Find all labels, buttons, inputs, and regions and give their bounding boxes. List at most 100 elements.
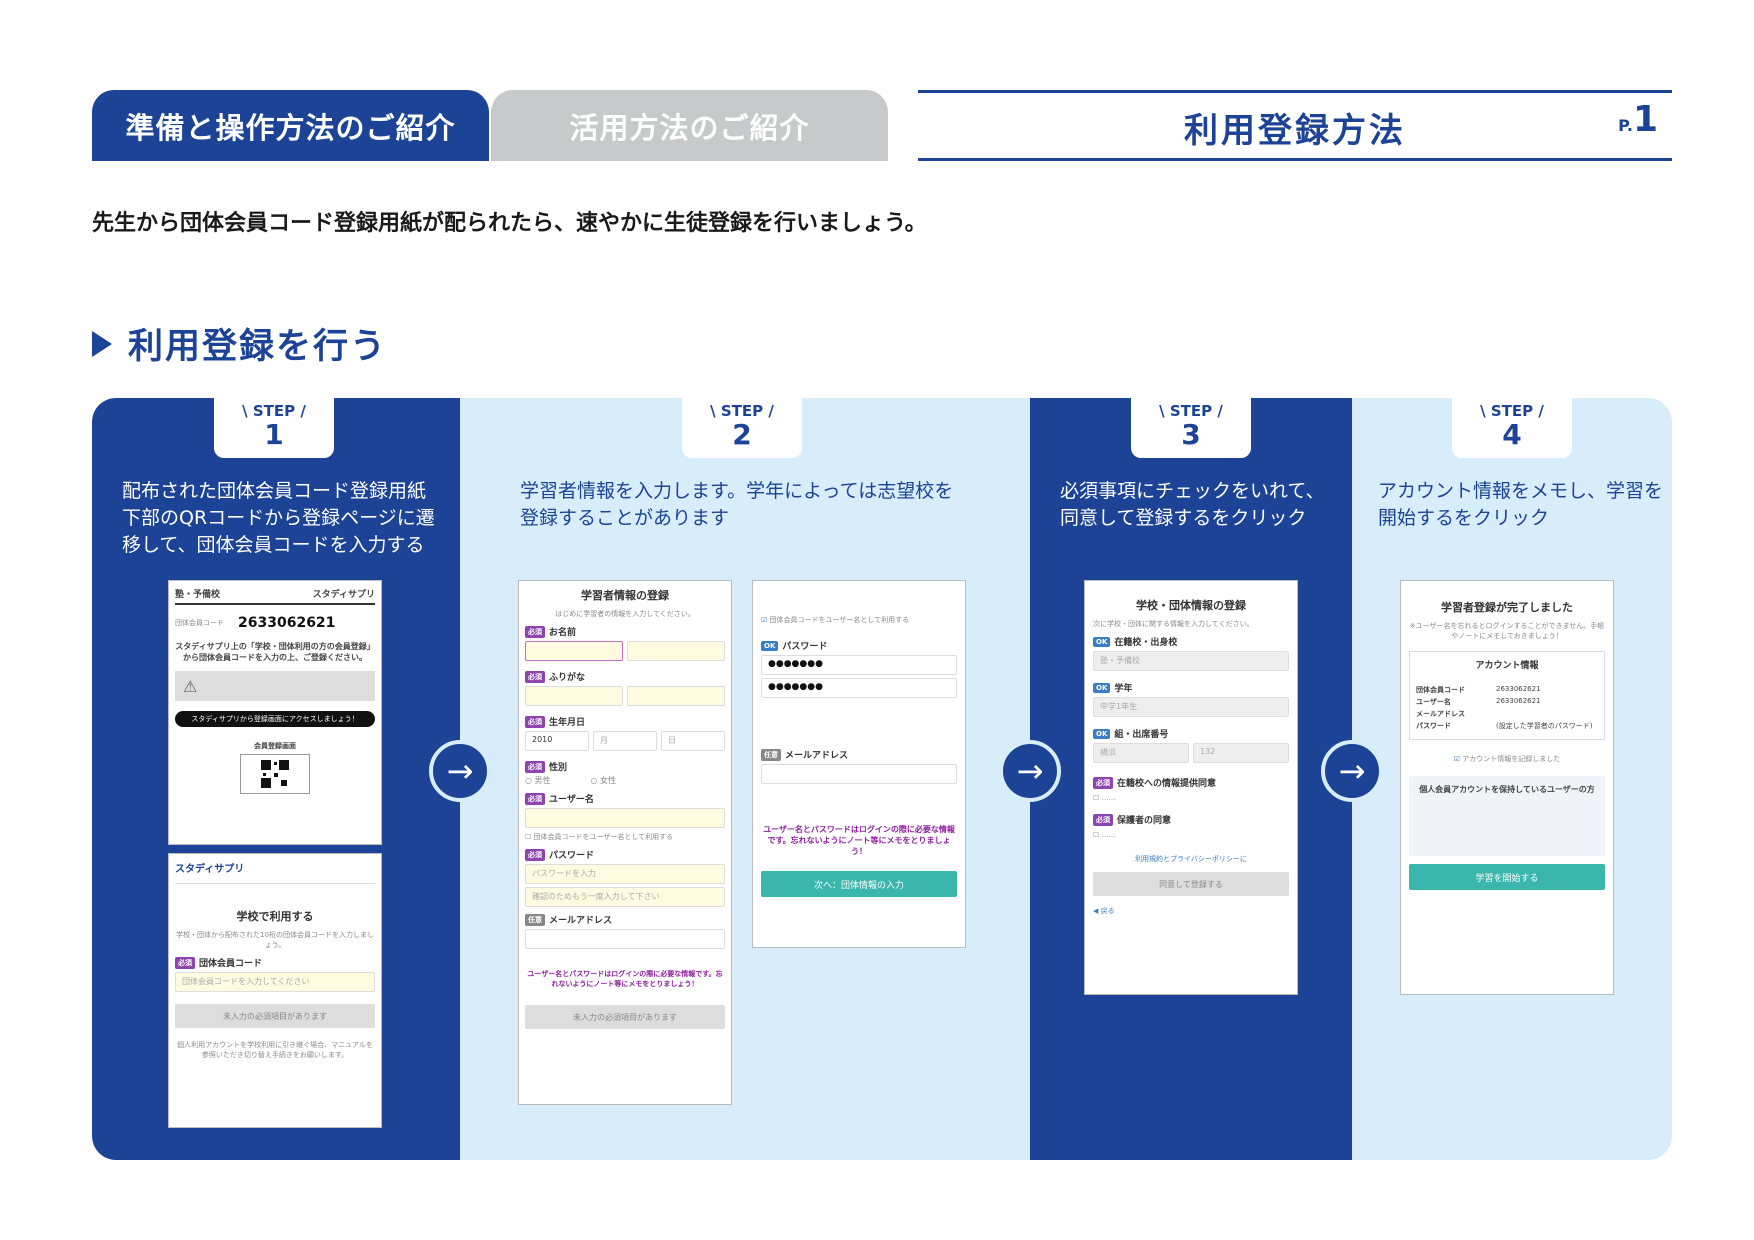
- agree-register-button[interactable]: 同意して登録する: [1093, 872, 1289, 896]
- member-code: 2633062621: [238, 615, 336, 631]
- kana-last-input[interactable]: [525, 686, 623, 706]
- school-label: 在籍校・出身校: [1114, 638, 1178, 648]
- qr-code[interactable]: [240, 754, 310, 794]
- password-confirm-filled[interactable]: ●●●●●●●: [761, 678, 957, 698]
- field-label: 団体会員コード: [199, 959, 263, 969]
- tab-usage[interactable]: 活用方法のご紹介: [491, 90, 888, 161]
- birth-day-select[interactable]: 日: [661, 731, 725, 751]
- step2-panel: \ STEP /2 学習者情報を入力します。学年によっては志望校を 登録することが…: [460, 398, 1030, 1160]
- learner-info-shot: 学習者情報の登録 はじめに学習者の情報を入力してください。 必須 お名前 必須 ふり…: [518, 580, 732, 1105]
- warning-icon: ⚠: [183, 676, 198, 696]
- step2-badge: \ STEP /2: [682, 398, 802, 458]
- grade-select[interactable]: 中学1年生: [1093, 697, 1289, 717]
- step2-desc: 学習者情報を入力します。学年によっては志望校を 登録することがあります: [520, 478, 953, 532]
- memo-warning: ユーザー名とパスワードはログインの際に必要な情報です。忘れないようにノート等にメ…: [527, 970, 723, 988]
- desc-line: 開始するをクリック: [1378, 507, 1550, 529]
- qr-label: 会員登録画面: [254, 742, 296, 750]
- shot-lead: はじめに学習者の情報を入力してください。: [555, 610, 695, 618]
- school-use-shot: スタディサプリ 学校で利用する 学校・団体から配布された10桁の団体会員コードを…: [168, 853, 382, 1128]
- page-number-value: 1: [1632, 99, 1658, 140]
- step1-badge: \ STEP /1: [214, 398, 334, 458]
- account-key: ユーザー名: [1416, 698, 1451, 706]
- member-code-input[interactable]: 団体会員コードを入力してください: [175, 972, 375, 992]
- kana-first-input[interactable]: [627, 686, 725, 706]
- optional-badge: 任意: [761, 748, 781, 761]
- personal-account-box: 個人会員アカウントを保持しているユーザーの方: [1409, 776, 1605, 856]
- consent-parent-label: 保護者の同意: [1117, 816, 1172, 826]
- desc-line: 同意して登録するをクリック: [1060, 507, 1307, 529]
- first-name-input[interactable]: [627, 641, 725, 661]
- use-code-checkbox[interactable]: ☐ 団体会員コードをユーザー名として利用する: [525, 832, 725, 842]
- desc-line: アカウント情報をメモし、学習を: [1378, 480, 1664, 502]
- shot-title: 学習者登録が完了しました: [1441, 601, 1573, 614]
- gender-male-radio[interactable]: ○ 男性: [525, 775, 551, 786]
- username-input[interactable]: [525, 808, 725, 828]
- use-code-checkbox-checked[interactable]: ☑ 団体会員コードをユーザー名として利用する: [761, 615, 957, 625]
- consent-school-checkbox[interactable]: ☐ ……: [1093, 793, 1289, 803]
- terms-link[interactable]: 利用規約とプライバシーポリシーに: [1093, 854, 1289, 864]
- next-button-disabled[interactable]: 未入力の必須項目があります: [525, 1005, 725, 1029]
- step-number: 3: [1181, 418, 1201, 451]
- shot-lead: 次に学校・団体に関する情報を入力してください。: [1093, 620, 1254, 628]
- desc-line: 配布された団体会員コード登録用紙: [122, 480, 427, 502]
- page-header: 利用登録方法 P.1: [918, 90, 1672, 161]
- account-row: メールアドレス: [1416, 709, 1598, 719]
- required-badge: 必須: [175, 956, 195, 969]
- class-input[interactable]: 横浜: [1093, 743, 1189, 763]
- school-name: 塾・予備校: [175, 590, 221, 600]
- next-group-info-button[interactable]: 次へ：団体情報の入力: [761, 871, 957, 897]
- account-row: ユーザー名 2633062621: [1416, 697, 1598, 707]
- birth-year-select[interactable]: 2010: [525, 731, 589, 751]
- account-key: 団体会員コード: [1416, 686, 1465, 694]
- required-badge: 必須: [1093, 776, 1113, 789]
- last-name-input[interactable]: [525, 641, 623, 661]
- password-label: パスワード: [782, 642, 828, 652]
- gender-label: 性別: [549, 763, 568, 773]
- password-input[interactable]: パスワードを入力: [525, 864, 725, 884]
- submit-button-disabled[interactable]: 未入力の必須項目があります: [175, 1004, 375, 1028]
- arrow-right-icon: →: [999, 740, 1061, 802]
- tab-preparation[interactable]: 準備と操作方法のご紹介: [92, 90, 489, 161]
- ok-badge: OK: [1093, 636, 1111, 647]
- step4-desc: アカウント情報をメモし、学習を 開始するをクリック: [1378, 478, 1663, 532]
- password-confirm-input[interactable]: 確認のためもう一度入力して下さい: [525, 887, 725, 907]
- grade-label: 学年: [1114, 684, 1133, 694]
- number-input[interactable]: 132: [1193, 743, 1289, 763]
- back-link[interactable]: ◀ 戻る: [1093, 906, 1289, 916]
- school-input[interactable]: 塾・予備校: [1093, 651, 1289, 671]
- password-label: パスワード: [549, 851, 595, 861]
- step1-desc: 配布された団体会員コード登録用紙 下部のQRコードから登録ページに遷 移して、団体会…: [122, 478, 435, 559]
- arrow-right-icon: →: [1321, 740, 1383, 802]
- password-input-filled[interactable]: ●●●●●●●: [761, 655, 957, 675]
- section-title: 利用登録を行う: [92, 318, 387, 369]
- email-input[interactable]: [761, 764, 957, 784]
- consent-parent-checkbox[interactable]: ☐ ……: [1093, 830, 1289, 840]
- gender-female-radio[interactable]: ○ 女性: [591, 775, 617, 786]
- completion-shot: 学習者登録が完了しました ※ユーザー名を忘れるとログインすることができません。手…: [1400, 580, 1614, 995]
- page-prefix: P.: [1618, 116, 1633, 135]
- step4-badge: \ STEP /4: [1452, 398, 1572, 458]
- email-input[interactable]: [525, 929, 725, 949]
- record-checkbox[interactable]: ☑ アカウント情報を記録しました: [1409, 754, 1605, 764]
- start-learning-button[interactable]: 学習を開始する: [1409, 864, 1605, 890]
- brand-name: スタディサプリ: [312, 590, 375, 600]
- section-title-text: 利用登録を行う: [128, 327, 388, 367]
- account-value: 2633062621: [1496, 697, 1541, 705]
- desc-line: 必須事項にチェックをいれて、: [1060, 480, 1325, 502]
- personal-account-title: 個人会員アカウントを保持しているユーザーの方: [1419, 785, 1595, 794]
- school-info-shot: 学校・団体情報の登録 次に学校・団体に関する情報を入力してください。 OK 在籍校…: [1084, 580, 1298, 995]
- arrow-right-icon: →: [429, 740, 491, 802]
- desc-line: 移して、団体会員コードを入力する: [122, 534, 425, 556]
- birth-month-select[interactable]: 月: [593, 731, 657, 751]
- account-value: (設定した学習者のパスワード): [1496, 722, 1593, 730]
- account-value: 2633062621: [1496, 685, 1541, 693]
- shot-title: 学校・団体情報の登録: [1136, 599, 1246, 612]
- step1-panel: \ STEP /1 配布された団体会員コード登録用紙 下部のQRコードから登録ペー…: [92, 398, 460, 1160]
- desc-line: 下部のQRコードから登録ページに遷: [122, 507, 435, 529]
- step-number: 1: [264, 418, 284, 451]
- account-info-box: アカウント情報 団体会員コード 2633062621 ユーザー名 2633062621…: [1409, 651, 1605, 740]
- transfer-note: 個人利用アカウントを学校利用に引き継ぐ場合、マニュアルを参照いただき切り替え手続…: [177, 1041, 373, 1059]
- account-info-title: アカウント情報: [1475, 661, 1539, 671]
- account-key: パスワード: [1416, 722, 1451, 730]
- access-button[interactable]: スタディサプリから登録画面にアクセスしましょう！: [175, 711, 375, 727]
